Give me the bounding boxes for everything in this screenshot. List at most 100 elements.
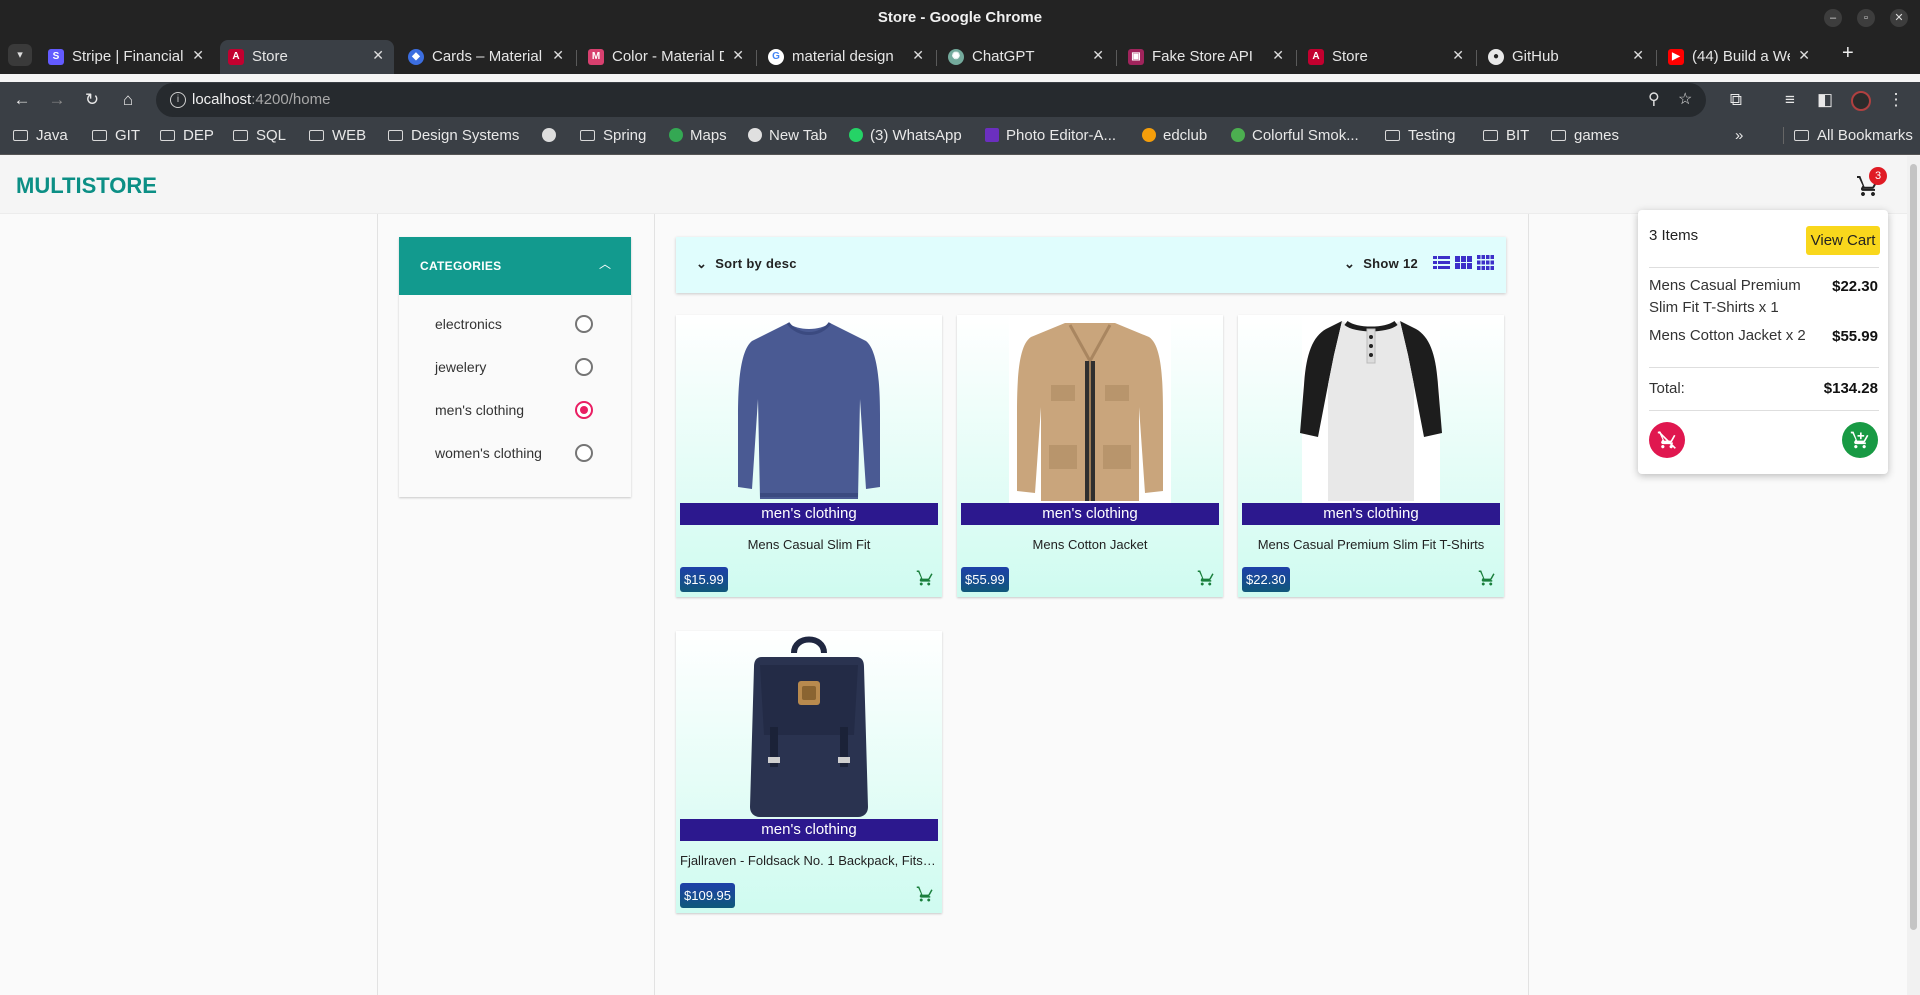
bookmark-colorful-smoke[interactable]: Colorful Smok...	[1231, 127, 1359, 144]
bookmark-globe[interactable]	[542, 127, 563, 144]
bookmark-folder-sql[interactable]: SQL	[233, 127, 286, 144]
product-title[interactable]: Mens Casual Slim Fit	[680, 537, 938, 552]
scrollbar-thumb[interactable]	[1910, 164, 1917, 930]
tab-close-icon[interactable]: ✕	[1452, 47, 1464, 64]
address-url[interactable]: localhost:4200/home	[192, 91, 330, 108]
product-card[interactable]: men's clothing Mens Casual Slim Fit $15.…	[676, 315, 942, 597]
sort-menu-button[interactable]: ⌄ Sort by desc	[696, 256, 797, 272]
bookmark-new-tab[interactable]: New Tab	[748, 127, 827, 144]
tab-color-material[interactable]: M Color - Material Design ✕	[580, 40, 754, 74]
categories-header[interactable]: CATEGORIES ︿	[399, 237, 631, 295]
layout-grid-large-icon[interactable]	[1477, 255, 1494, 270]
new-tab-button[interactable]: +	[1842, 42, 1854, 65]
category-radio[interactable]	[575, 444, 593, 462]
tab-close-icon[interactable]: ✕	[372, 47, 384, 64]
tab-search-button[interactable]: ▾	[8, 44, 32, 66]
tab-store[interactable]: A Store ✕	[1300, 40, 1474, 74]
chevron-up-icon[interactable]: ︿	[599, 255, 611, 272]
github-icon: ●	[1488, 49, 1504, 65]
bookmark-photo-editor[interactable]: Photo Editor-A...	[985, 127, 1116, 144]
page-scrollbar[interactable]	[1907, 156, 1920, 995]
reload-icon[interactable]: ↻	[80, 88, 104, 112]
tab-youtube[interactable]: ▶ (44) Build a Web ✕	[1660, 40, 1820, 74]
category-electronics[interactable]: electronics	[435, 314, 611, 334]
tab-close-icon[interactable]: ✕	[192, 47, 204, 64]
checkout-button[interactable]	[1842, 422, 1878, 458]
tab-close-icon[interactable]: ✕	[1798, 47, 1810, 64]
minimize-button[interactable]: –	[1824, 9, 1842, 27]
product-title[interactable]: Fjallraven - Foldsack No. 1 Backpack, Fi…	[680, 853, 938, 868]
add-to-cart-icon[interactable]	[916, 569, 934, 587]
tab-chatgpt[interactable]: ✺ ChatGPT ✕	[940, 40, 1114, 74]
product-card[interactable]: men's clothing Mens Cotton Jacket $55.99	[957, 315, 1223, 597]
bookmark-edclub[interactable]: edclub	[1142, 127, 1207, 144]
show-count-button[interactable]: ⌄ Show 12	[1344, 256, 1418, 272]
bookmark-star-icon[interactable]: ☆	[1678, 89, 1692, 109]
site-info-icon[interactable]: i	[170, 92, 186, 108]
tab-store-active[interactable]: A Store ✕	[220, 40, 394, 74]
bookmark-folder-bit[interactable]: BIT	[1483, 127, 1529, 144]
address-bar[interactable]: i localhost:4200/home ⚲ ☆	[156, 83, 1706, 117]
product-image-tshirt[interactable]	[1238, 315, 1504, 503]
category-radio[interactable]	[575, 358, 593, 376]
product-image-backpack[interactable]	[676, 631, 942, 819]
tab-fake-store-api[interactable]: ▣ Fake Store API ✕	[1120, 40, 1294, 74]
product-image-sweater[interactable]	[676, 315, 942, 503]
category-jewelery[interactable]: jewelery	[435, 357, 611, 377]
bookmark-folder-spring[interactable]: Spring	[580, 127, 646, 144]
add-to-cart-icon[interactable]	[1197, 569, 1215, 587]
category-radio-selected[interactable]	[575, 401, 593, 419]
tab-close-icon[interactable]: ✕	[552, 47, 564, 64]
tab-close-icon[interactable]: ✕	[1092, 47, 1104, 64]
bookmark-folder-java[interactable]: Java	[13, 127, 68, 144]
add-to-cart-icon[interactable]	[916, 885, 934, 903]
zoom-icon[interactable]: ⚲	[1648, 89, 1660, 109]
product-title[interactable]: Mens Cotton Jacket	[961, 537, 1219, 552]
bookmark-folder-dep[interactable]: DEP	[160, 127, 214, 144]
add-to-cart-icon[interactable]	[1478, 569, 1496, 587]
tab-cards-material[interactable]: ◆ Cards – Material Design ✕	[400, 40, 574, 74]
tab-google-search[interactable]: G material design ✕	[760, 40, 934, 74]
product-card[interactable]: men's clothing Fjallraven - Foldsack No.…	[676, 631, 942, 913]
colorful-smoke-icon	[1231, 128, 1245, 142]
forward-icon[interactable]: →	[45, 88, 69, 112]
bookmark-maps[interactable]: Maps	[669, 127, 727, 144]
all-bookmarks[interactable]: All Bookmarks	[1783, 127, 1913, 144]
category-radio[interactable]	[575, 315, 593, 333]
extensions-icon[interactable]: ⧉	[1724, 88, 1748, 112]
close-window-button[interactable]: ✕	[1890, 9, 1908, 27]
tab-close-icon[interactable]: ✕	[912, 47, 924, 64]
layout-grid-small-icon[interactable]	[1455, 255, 1472, 270]
product-card[interactable]: men's clothing Mens Casual Premium Slim …	[1238, 315, 1504, 597]
bookmark-folder-git[interactable]: GIT	[92, 127, 140, 144]
bookmark-folder-games[interactable]: games	[1551, 127, 1619, 144]
tab-close-icon[interactable]: ✕	[1272, 47, 1284, 64]
product-image-jacket[interactable]	[957, 315, 1223, 503]
product-title[interactable]: Mens Casual Premium Slim Fit T-Shirts	[1242, 537, 1500, 552]
back-icon[interactable]: ←	[10, 88, 34, 112]
tab-close-icon[interactable]: ✕	[732, 47, 744, 64]
chrome-menu-icon[interactable]: ⋮	[1884, 88, 1908, 112]
profile-avatar[interactable]	[1851, 91, 1871, 111]
tab-stripe[interactable]: S Stripe | Financial Infrastructure ✕	[40, 40, 214, 74]
side-panel-icon[interactable]: ◧	[1813, 88, 1837, 112]
bookmark-folder-testing[interactable]: Testing	[1385, 127, 1456, 144]
maximize-button[interactable]: ▫	[1857, 9, 1875, 27]
tab-github[interactable]: ● GitHub ✕	[1480, 40, 1654, 74]
category-mens-clothing[interactable]: men's clothing	[435, 400, 611, 420]
view-cart-button[interactable]: View Cart	[1806, 226, 1880, 255]
category-womens-clothing[interactable]: women's clothing	[435, 443, 611, 463]
clear-cart-button[interactable]	[1649, 422, 1685, 458]
cart-count-badge: 3	[1869, 167, 1887, 185]
bookmark-whatsapp[interactable]: (3) WhatsApp	[849, 127, 962, 144]
globe-icon	[748, 128, 762, 142]
brand-logo[interactable]: MULTISTORE	[16, 173, 157, 199]
layout-list-icon[interactable]	[1433, 255, 1450, 270]
bookmark-folder-design-systems[interactable]: Design Systems	[388, 127, 519, 144]
home-icon[interactable]: ⌂	[116, 88, 140, 112]
media-controls-icon[interactable]: ≡	[1778, 88, 1802, 112]
bookmarks-overflow-icon[interactable]: »	[1735, 127, 1743, 144]
bookmark-folder-web[interactable]: WEB	[309, 127, 366, 144]
tab-close-icon[interactable]: ✕	[1632, 47, 1644, 64]
folder-icon	[1794, 130, 1809, 141]
